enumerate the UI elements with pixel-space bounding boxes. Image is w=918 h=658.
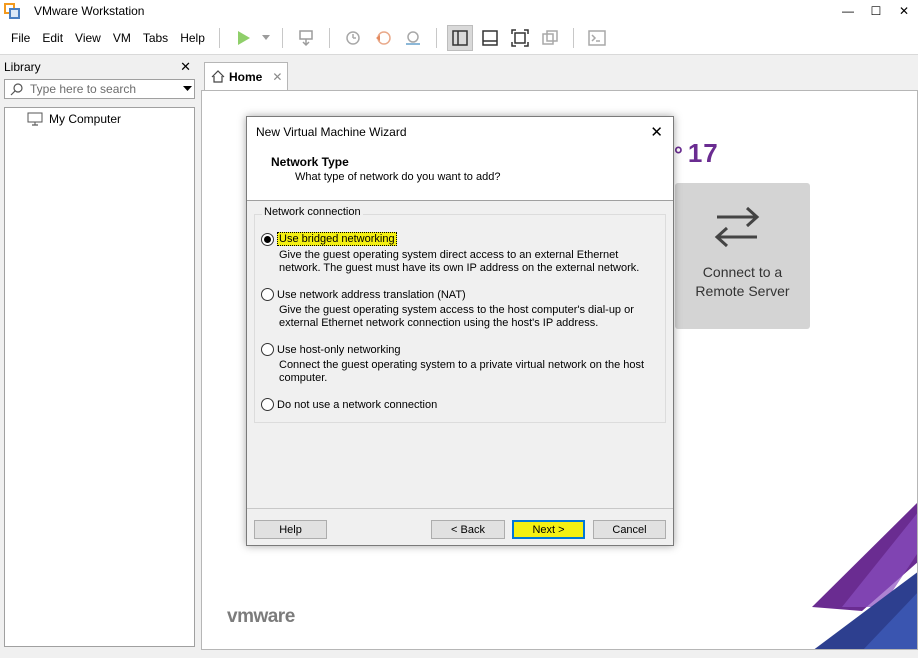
search-placeholder: Type here to search: [30, 82, 137, 96]
library-tree: My Computer: [4, 107, 195, 647]
tab-home[interactable]: Home ✕: [204, 62, 288, 90]
menu-toolbar: File Edit View VM Tabs Help: [0, 22, 918, 55]
close-dialog-icon[interactable]: ✕: [650, 123, 663, 141]
tab-strip: Home ✕: [201, 57, 918, 90]
cancel-button[interactable]: Cancel: [593, 520, 666, 539]
close-window-button[interactable]: ✕: [890, 0, 918, 22]
radio-host-only[interactable]: Use host-only networking: [261, 343, 401, 356]
search-dropdown-icon[interactable]: [180, 80, 194, 98]
title-bar: VMware Workstation — ☐ ✕: [0, 0, 918, 22]
radio-button[interactable]: [261, 343, 274, 356]
next-button[interactable]: Next >: [512, 520, 585, 539]
radio-nat[interactable]: Use network address translation (NAT): [261, 288, 466, 301]
option-label: Do not use a network connection: [277, 398, 438, 411]
dialog-heading: Network Type: [271, 155, 349, 169]
library-search-input[interactable]: Type here to search: [4, 79, 195, 99]
radio-button-selected[interactable]: [261, 232, 274, 246]
connect-label-line2: Remote Server: [695, 283, 790, 299]
close-library-icon[interactable]: ✕: [180, 59, 191, 75]
computer-icon: [27, 112, 43, 126]
full-screen-icon[interactable]: [507, 25, 533, 51]
power-on-icon[interactable]: [230, 25, 256, 51]
vmware-logo: vmware: [227, 606, 295, 627]
send-ctrl-alt-del-icon[interactable]: [293, 25, 319, 51]
close-tab-icon[interactable]: ✕: [272, 70, 282, 84]
menu-tabs[interactable]: Tabs: [137, 22, 174, 55]
connect-remote-server-card[interactable]: Connect to a Remote Server: [675, 183, 810, 329]
tree-item-my-computer[interactable]: My Computer: [27, 112, 121, 126]
decorative-graphic: [812, 502, 917, 649]
show-library-icon[interactable]: [446, 25, 473, 51]
transfer-arrows-icon: [711, 205, 773, 252]
version-label: ° 17: [674, 138, 719, 168]
snapshot-manager-icon[interactable]: [400, 25, 426, 51]
search-icon: [10, 82, 24, 96]
snapshot-icon[interactable]: [340, 25, 366, 51]
help-button[interactable]: Help: [254, 520, 327, 539]
option-label: Use bridged networking: [277, 232, 397, 246]
thumbnail-bar-icon[interactable]: [477, 25, 503, 51]
option-description: Give the guest operating system access t…: [279, 304, 634, 329]
dialog-title-bar: New Virtual Machine Wizard ✕: [247, 117, 673, 147]
option-description: Give the guest operating system direct a…: [279, 249, 640, 274]
home-icon: [211, 70, 225, 83]
option-label: Use network address translation (NAT): [277, 288, 466, 301]
console-view-icon[interactable]: [584, 25, 610, 51]
minimize-button[interactable]: —: [834, 0, 862, 22]
library-panel: Library ✕ Type here to search My Compute…: [0, 57, 199, 658]
power-dropdown-icon[interactable]: [260, 25, 272, 51]
radio-no-network[interactable]: Do not use a network connection: [261, 398, 437, 411]
back-button[interactable]: < Back: [431, 520, 505, 539]
network-connection-group: Network connection Use bridged networkin…: [254, 206, 666, 423]
option-description: Connect the guest operating system to a …: [279, 359, 645, 384]
new-vm-wizard-dialog: New Virtual Machine Wizard ✕ Network Typ…: [246, 116, 674, 546]
dialog-title: New Virtual Machine Wizard: [256, 125, 407, 139]
menu-help[interactable]: Help: [174, 22, 211, 55]
tree-item-label: My Computer: [49, 112, 122, 126]
dialog-header: Network Type What type of network do you…: [247, 147, 673, 201]
dialog-separator: [247, 508, 673, 509]
radio-bridged[interactable]: Use bridged networking: [261, 232, 397, 246]
window-title: VMware Workstation: [34, 4, 145, 18]
connect-label-line1: Connect to a: [702, 264, 783, 280]
menu-vm[interactable]: VM: [107, 22, 137, 55]
menu-edit[interactable]: Edit: [36, 22, 69, 55]
vmware-app-icon: [4, 3, 20, 19]
menu-file[interactable]: File: [5, 22, 36, 55]
radio-button[interactable]: [261, 398, 274, 411]
maximize-button[interactable]: ☐: [862, 0, 890, 22]
radio-button[interactable]: [261, 288, 274, 301]
option-label: Use host-only networking: [277, 343, 401, 356]
menu-view[interactable]: View: [69, 22, 107, 55]
library-title: Library: [4, 60, 41, 74]
unity-icon[interactable]: [537, 25, 563, 51]
tab-home-label: Home: [229, 69, 263, 84]
revert-snapshot-icon[interactable]: [370, 25, 396, 51]
group-label: Network connection: [262, 206, 363, 218]
dialog-subheading: What type of network do you want to add?: [295, 171, 501, 183]
